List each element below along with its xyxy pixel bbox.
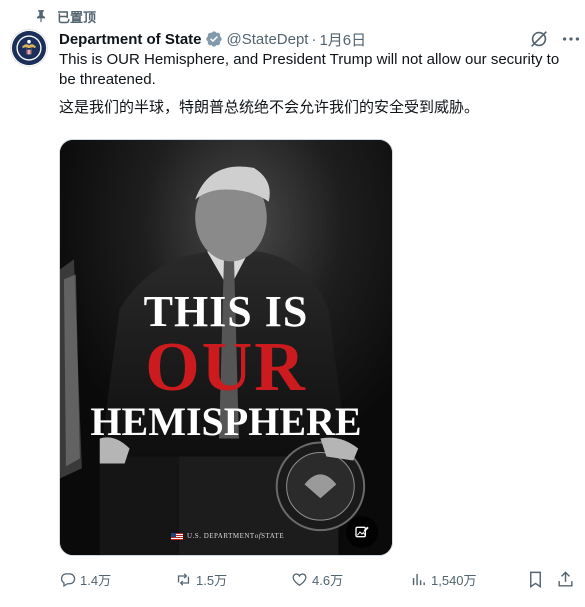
state-seal-icon	[11, 30, 47, 66]
tweet-actions: 1.4万 1.5万 4.6万 1,540万	[59, 568, 579, 590]
bookmark-icon	[530, 571, 541, 588]
poster-brand: U.S. DEPARTMENT of STATE	[171, 532, 284, 540]
image-edit-button[interactable]	[346, 516, 378, 548]
image-edit-icon	[355, 526, 369, 538]
pinned-indicator: 已置顶	[34, 7, 96, 25]
us-flag-icon	[171, 532, 183, 540]
like-button[interactable]: 4.6万	[291, 568, 343, 590]
retweet-button[interactable]: 1.5万	[175, 568, 227, 590]
views-button[interactable]: 1,540万	[410, 568, 477, 590]
brand-prefix: U.S. DEPARTMENT	[187, 532, 255, 540]
avatar[interactable]	[10, 29, 48, 67]
tweet-image[interactable]: THIS IS OUR HEMISPHERE U.S. DEPARTMENT o…	[59, 139, 393, 556]
more-options-icon[interactable]	[560, 28, 582, 50]
retweet-count: 1.5万	[196, 572, 228, 588]
brand-suffix: STATE	[261, 532, 285, 540]
tweet-date[interactable]: 1月6日	[319, 29, 366, 50]
verified-badge-icon[interactable]	[205, 30, 223, 48]
author-handle[interactable]: @StateDept	[227, 31, 309, 48]
bookmark-button[interactable]	[526, 568, 545, 590]
tweet-text-chinese: 这是我们的半球，特朗普总统绝不会允许我们的安全受到威胁。	[59, 99, 480, 116]
pinned-label: 已置顶	[57, 9, 97, 25]
reply-icon	[60, 572, 76, 587]
author-name[interactable]: Department of State	[59, 31, 202, 48]
retweet-icon	[177, 572, 190, 586]
like-count: 4.6万	[312, 572, 344, 588]
poster-headline-line2: OUR	[145, 329, 307, 406]
heart-icon	[292, 572, 307, 586]
header-separator: ·	[311, 30, 317, 48]
pin-icon	[36, 10, 46, 23]
poster-headline-line3: HEMISPHERE	[90, 399, 362, 444]
reply-count: 1.4万	[80, 572, 112, 588]
tweet-text-english: This is OUR Hemisphere, and President Tr…	[59, 51, 560, 88]
grok-icon[interactable]	[528, 28, 550, 50]
share-icon	[558, 570, 573, 587]
views-icon	[412, 573, 425, 585]
reply-button[interactable]: 1.4万	[59, 568, 111, 590]
views-count: 1,540万	[431, 572, 477, 588]
tweet-header: Department of State @StateDept · 1月6日	[59, 29, 525, 49]
share-button[interactable]	[556, 568, 575, 590]
